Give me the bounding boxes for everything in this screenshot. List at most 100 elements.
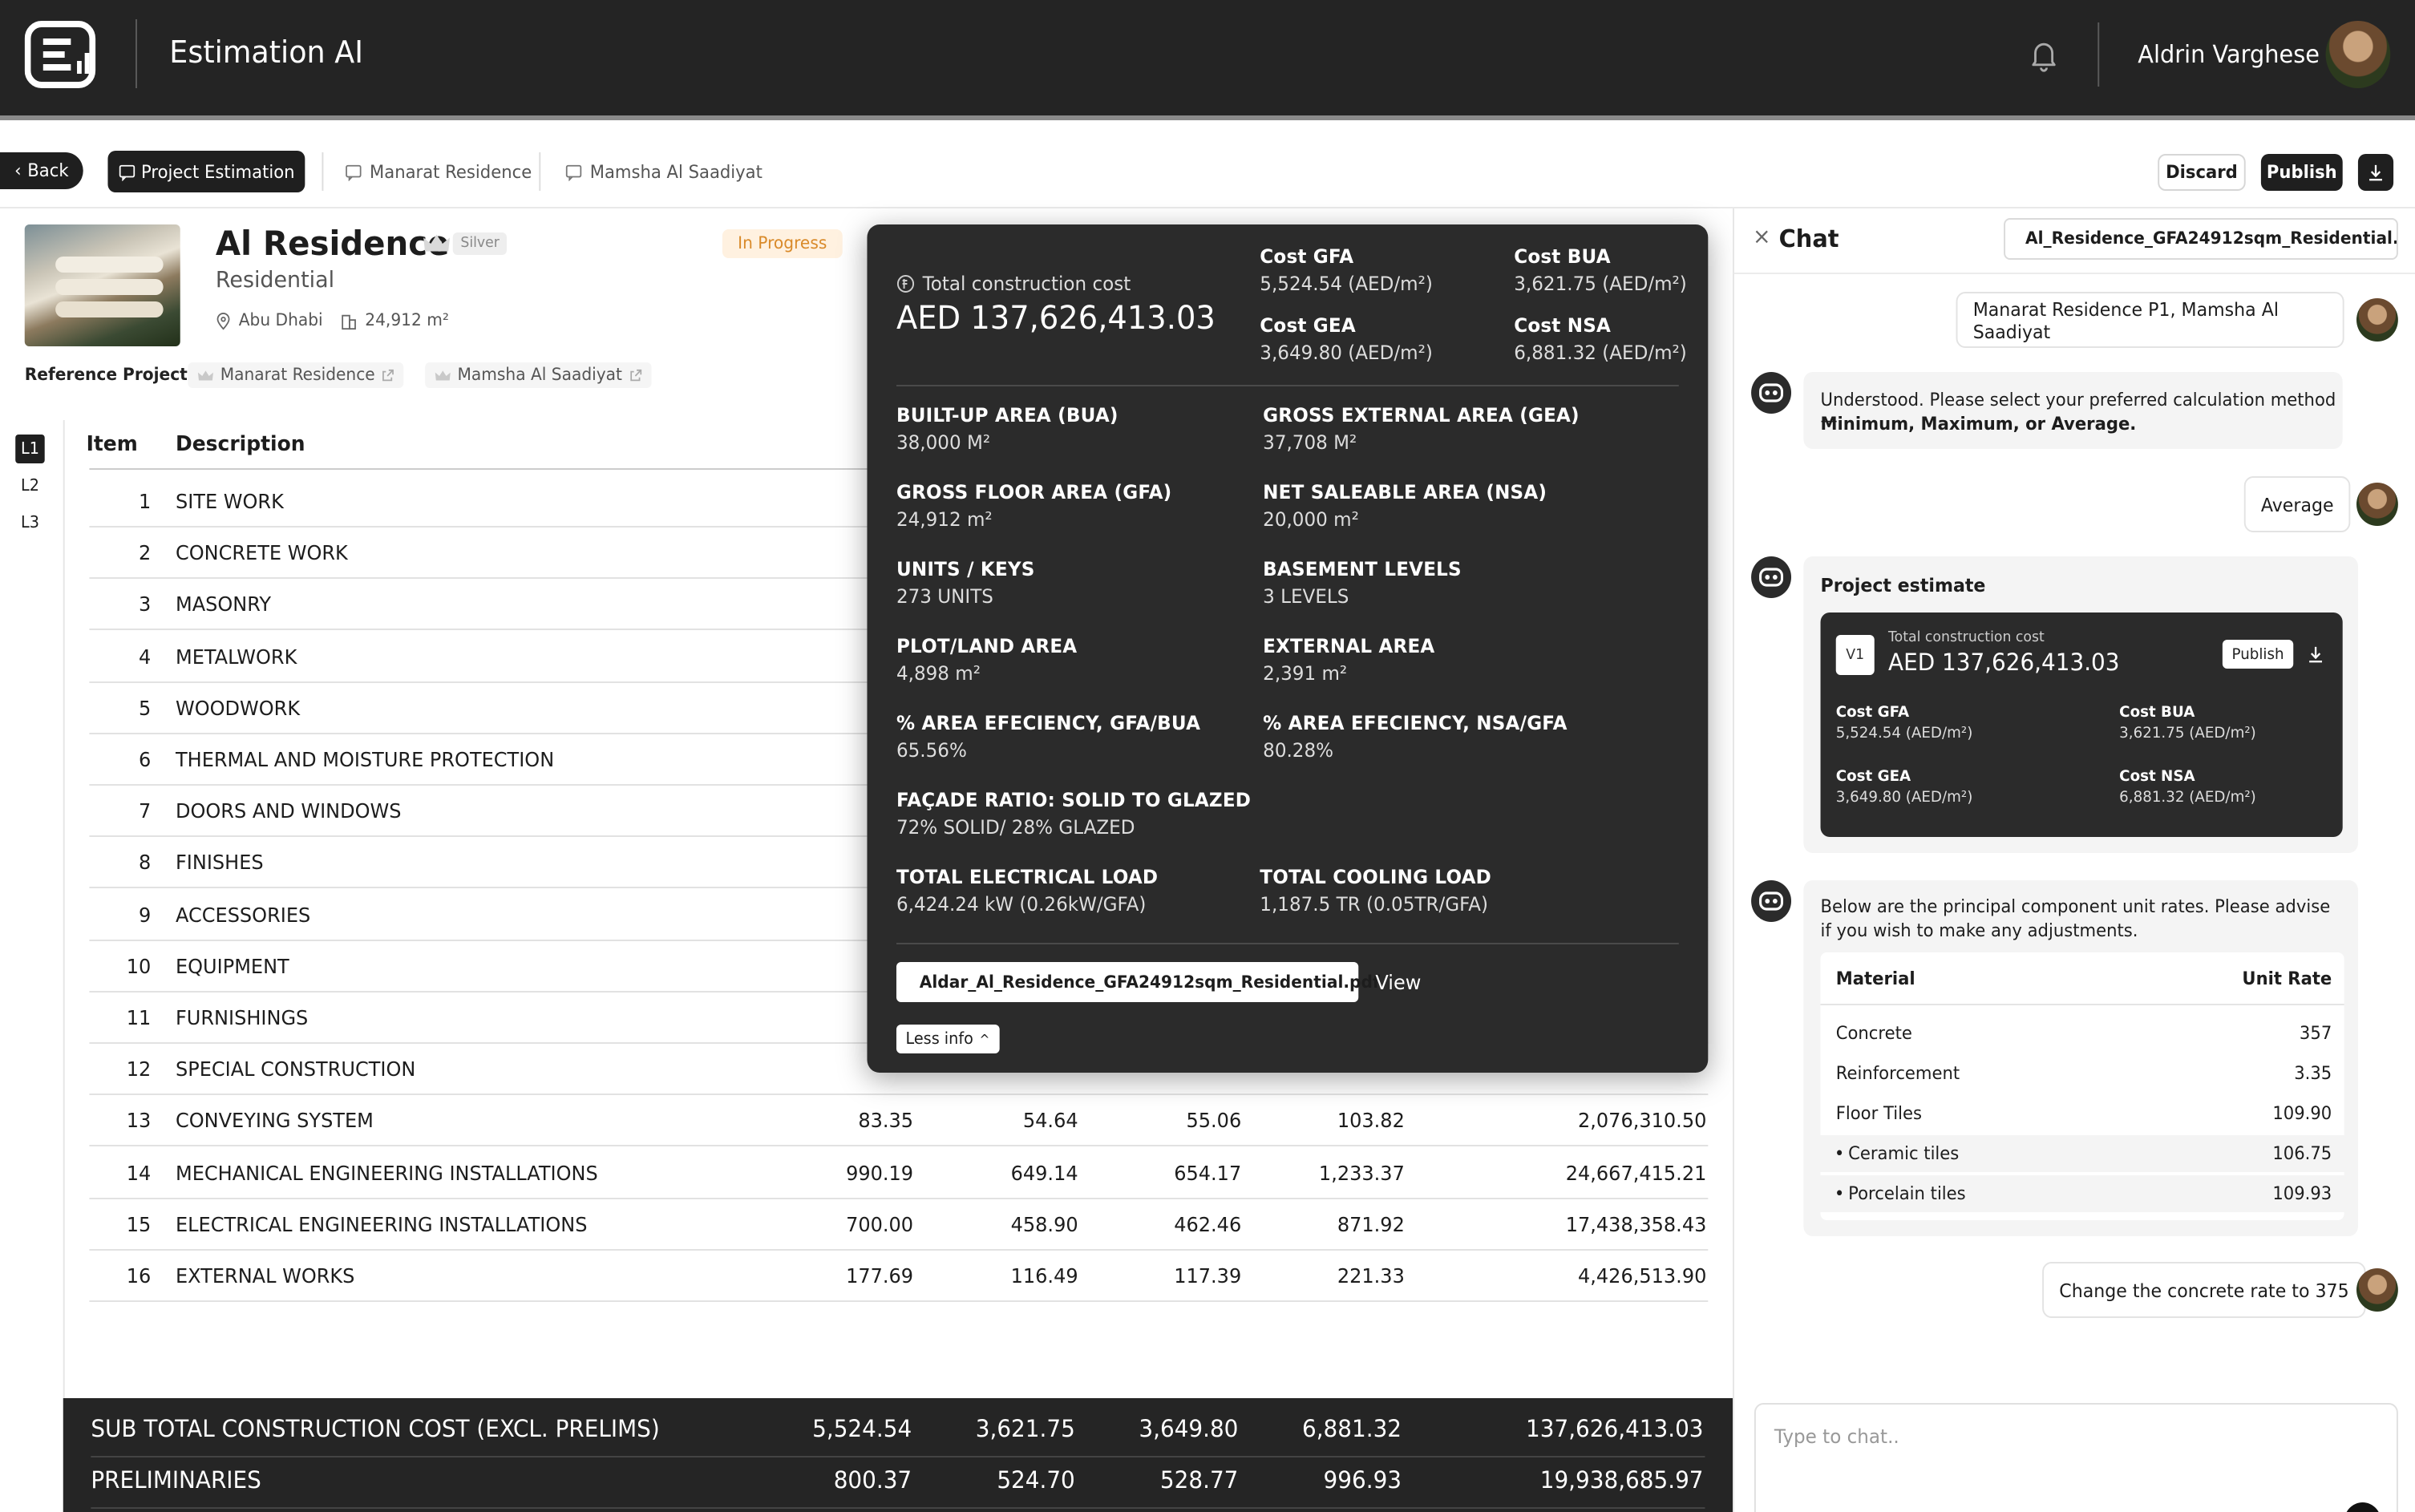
tab-manarat-residence[interactable]: Manarat Residence bbox=[345, 162, 532, 183]
row-value: 221.33 bbox=[1337, 1263, 1405, 1288]
col-item: Item bbox=[86, 433, 138, 457]
stat-value: 20,000 m² bbox=[1263, 508, 1359, 531]
row-description: ACCESSORIES bbox=[175, 902, 311, 927]
tab-project-estimation[interactable]: Project Estimation bbox=[107, 151, 305, 192]
bot-avatar-icon bbox=[1751, 556, 1792, 598]
stat-label: PLOT/LAND AREA bbox=[896, 635, 1078, 657]
totals-value: 3,621.75 bbox=[975, 1417, 1075, 1443]
rate-row[interactable]: Floor Tiles 109.90 bbox=[1821, 1095, 2344, 1132]
bullet-icon: • bbox=[1834, 1183, 1845, 1204]
level-l2[interactable]: L2 bbox=[15, 471, 44, 500]
row-description: CONCRETE WORK bbox=[175, 540, 348, 565]
card-publish-button[interactable]: Publish bbox=[2222, 640, 2294, 669]
table-row[interactable]: 13 CONVEYING SYSTEM 83.35 54.64 55.06 103.82 2… bbox=[89, 1096, 1709, 1147]
rate-row[interactable]: • Ceramic tiles 106.75 bbox=[1820, 1135, 2344, 1172]
table-row[interactable]: 15 ELECTRICAL ENGINEERING INSTALLATIONS 70… bbox=[89, 1199, 1709, 1251]
row-value: 117.39 bbox=[1174, 1263, 1242, 1288]
user-name[interactable]: Aldrin Varghese bbox=[2138, 40, 2320, 69]
stat-value: 65.56% bbox=[896, 739, 967, 762]
bullet-icon: • bbox=[1834, 1143, 1845, 1164]
less-info-button[interactable]: Less info ^ bbox=[896, 1025, 999, 1053]
notification-bell-icon[interactable] bbox=[2027, 37, 2061, 72]
row-value: 458.90 bbox=[1010, 1211, 1078, 1236]
download-button[interactable] bbox=[2357, 154, 2394, 191]
divider bbox=[1820, 1004, 2344, 1005]
row-value: 54.64 bbox=[1022, 1108, 1078, 1133]
close-chat-icon[interactable]: × bbox=[1753, 224, 1771, 250]
totals-value: 6,881.32 bbox=[1301, 1417, 1402, 1443]
chevron-up-icon: ^ bbox=[979, 1032, 990, 1046]
stat-label: % AREA EFECIENCY, NSA/GFA bbox=[1263, 712, 1568, 734]
table-row[interactable]: 16 EXTERNAL WORKS 177.69 116.49 117.39 221.33… bbox=[89, 1251, 1709, 1302]
rate-row[interactable]: Concrete 357 bbox=[1821, 1015, 2344, 1052]
stat-value: 80.28% bbox=[1263, 739, 1334, 762]
user-message: Average bbox=[2243, 476, 2351, 532]
reference-tag-mamsha[interactable]: Mamsha Al Saadiyat bbox=[425, 362, 652, 388]
rate-row[interactable]: • Porcelain tiles 109.93 bbox=[1820, 1175, 2344, 1212]
row-description: MASONRY bbox=[175, 592, 272, 617]
bot-message-estimate: Project estimate V1 Total construction c… bbox=[1803, 556, 2358, 853]
row-description: DOORS AND WINDOWS bbox=[175, 798, 402, 823]
row-item-number: 11 bbox=[126, 1005, 152, 1029]
rate-material: Porcelain tiles bbox=[1848, 1183, 1966, 1204]
level-l3[interactable]: L3 bbox=[15, 508, 44, 537]
download-icon[interactable] bbox=[2308, 645, 2324, 664]
row-value: 177.69 bbox=[846, 1263, 914, 1288]
row-item-number: 9 bbox=[138, 902, 152, 927]
publish-button[interactable]: Publish bbox=[2260, 154, 2343, 191]
attached-pdf-chip[interactable]: Aldar_Al_Residence_GFA24912sqm_Residenti… bbox=[896, 962, 1380, 1002]
row-value: 2,076,310.50 bbox=[1577, 1108, 1707, 1133]
rate-material: Reinforcement bbox=[1835, 1063, 1960, 1084]
totals-value: 5,524.54 bbox=[812, 1417, 912, 1443]
row-value: 462.46 bbox=[1174, 1211, 1242, 1236]
row-description: FINISHES bbox=[175, 850, 264, 875]
chat-input[interactable]: Type to chat.. bbox=[1774, 1425, 1899, 1448]
chat-input-box[interactable]: Type to chat.. bbox=[1754, 1403, 2398, 1512]
rate-value: 106.75 bbox=[2272, 1143, 2332, 1164]
stat-label: BUILT-UP AREA (BUA) bbox=[896, 404, 1119, 427]
send-button[interactable] bbox=[2344, 1502, 2381, 1512]
rate-value: 109.90 bbox=[2272, 1103, 2332, 1124]
row-description: MECHANICAL ENGINEERING INSTALLATIONS bbox=[175, 1160, 598, 1185]
totals-value: 528.77 bbox=[1159, 1469, 1239, 1494]
back-button[interactable]: ‹ Back bbox=[0, 152, 83, 189]
building-icon bbox=[342, 313, 356, 329]
row-value: 83.35 bbox=[858, 1108, 914, 1133]
rate-row[interactable]: Reinforcement 3.35 bbox=[1821, 1055, 2344, 1092]
chat-panel: × Chat Al_Residence_GFA24912sqm_Resident… bbox=[1733, 208, 2415, 1512]
level-l1[interactable]: L1 bbox=[15, 435, 45, 463]
total-cost-label: Total construction cost bbox=[922, 273, 1131, 295]
external-link-icon bbox=[382, 368, 394, 381]
totals-bar: SUB TOTAL CONSTRUCTION COST (EXCL. PRELI… bbox=[63, 1398, 1733, 1512]
chat-icon bbox=[119, 164, 135, 180]
chat-title: Chat bbox=[1778, 224, 1839, 253]
totals-value: 3,649.80 bbox=[1139, 1417, 1239, 1443]
row-value: 871.92 bbox=[1337, 1211, 1405, 1236]
download-icon bbox=[2369, 164, 2382, 181]
stat-value: 6,424.24 kW (0.26kW/GFA) bbox=[896, 893, 1147, 916]
crown-icon bbox=[197, 370, 213, 380]
chat-file-chip[interactable]: Al_Residence_GFA24912sqm_Residential.p..… bbox=[2004, 218, 2398, 260]
chat-icon bbox=[346, 164, 362, 181]
row-value: 1,233.37 bbox=[1318, 1160, 1405, 1185]
reference-tag-manarat[interactable]: Manarat Residence bbox=[188, 362, 405, 388]
chevron-left-icon: ‹ bbox=[14, 160, 22, 181]
table-row[interactable]: 14 MECHANICAL ENGINEERING INSTALLATIONS 99… bbox=[89, 1147, 1709, 1199]
row-value: 24,667,415.21 bbox=[1565, 1160, 1707, 1185]
stat-value: 3 LEVELS bbox=[1263, 585, 1349, 608]
currency-icon bbox=[896, 275, 915, 293]
view-link[interactable]: View bbox=[1375, 970, 1421, 994]
rate-material: Concrete bbox=[1835, 1023, 1912, 1044]
user-avatar[interactable] bbox=[2325, 21, 2391, 88]
tab-mamsha-al-saadiyat[interactable]: Mamsha Al Saadiyat bbox=[565, 162, 763, 183]
rate-value: 357 bbox=[2299, 1023, 2332, 1044]
row-item-number: 1 bbox=[138, 489, 152, 513]
cost-gea-value: 3,649.80 (AED/m²) bbox=[1260, 342, 1433, 364]
stat-value: 72% SOLID/ 28% GLAZED bbox=[896, 816, 1135, 839]
chat-icon bbox=[565, 164, 582, 181]
row-item-number: 15 bbox=[126, 1211, 152, 1236]
rate-material: Floor Tiles bbox=[1835, 1103, 1923, 1124]
totals-label: PRELIMINARIES bbox=[91, 1469, 261, 1494]
discard-button[interactable]: Discard bbox=[2158, 154, 2246, 191]
estimate-card: V1 Total construction cost AED 137,626,4… bbox=[1820, 612, 2343, 837]
